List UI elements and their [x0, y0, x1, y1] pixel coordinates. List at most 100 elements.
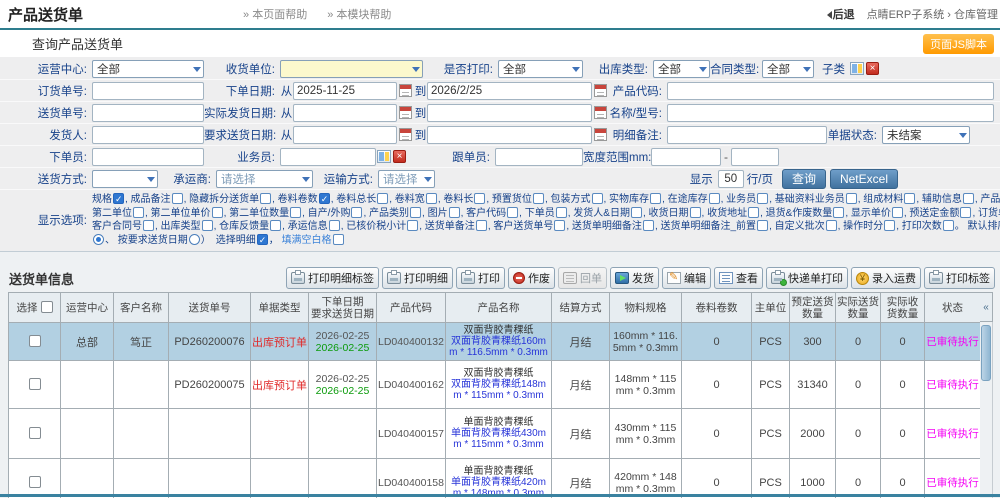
option-checkbox[interactable] [826, 220, 837, 231]
option-checkbox[interactable] [172, 193, 183, 204]
actual-ship-date-to-input[interactable] [427, 104, 592, 122]
option-checkbox[interactable] [690, 207, 701, 218]
option-checkbox[interactable] [449, 207, 460, 218]
receiving-unit-select[interactable] [280, 60, 423, 78]
option-checkbox[interactable] [333, 234, 344, 245]
option-checkbox[interactable] [892, 207, 903, 218]
option-checkbox[interactable] [757, 220, 768, 231]
print-button[interactable]: 打印 [456, 267, 505, 289]
row-checkbox[interactable] [29, 427, 41, 439]
required-date-to-input[interactable] [427, 126, 592, 144]
required-date-from-input[interactable] [293, 126, 397, 144]
salesman-clear-icon[interactable] [393, 150, 406, 163]
ship-button[interactable]: 发货 [610, 267, 659, 289]
option-checkbox[interactable] [846, 193, 857, 204]
option-checkbox[interactable] [329, 220, 340, 231]
carrier-select[interactable]: 请选择 [216, 170, 313, 188]
option-checkbox[interactable] [650, 193, 661, 204]
actual-ship-date-from-input[interactable] [293, 104, 397, 122]
express-print-button[interactable]: 快递单打印 [766, 267, 848, 289]
calendar-icon[interactable] [594, 84, 607, 97]
option-checkbox[interactable] [748, 207, 759, 218]
option-checkbox[interactable] [904, 193, 915, 204]
option-checkbox[interactable] [554, 220, 565, 231]
search-button[interactable]: 查询 [782, 169, 826, 189]
calendar-icon[interactable] [399, 106, 412, 119]
option-checkbox[interactable] [351, 207, 362, 218]
row-checkbox[interactable] [29, 378, 41, 390]
breadcrumb-module[interactable]: 仓库管理 [954, 9, 998, 21]
option-checkbox[interactable] [212, 207, 223, 218]
option-checkbox[interactable] [943, 220, 954, 231]
option-checkbox[interactable] [377, 193, 388, 204]
module-help-link[interactable]: » 本模块帮助 [327, 6, 391, 22]
option-checkbox[interactable] [507, 207, 518, 218]
salesman-picker-icon[interactable] [377, 150, 391, 163]
option-checkbox[interactable] [533, 193, 544, 204]
select-all-checkbox[interactable] [41, 301, 53, 313]
void-button[interactable]: 作废 [508, 267, 555, 289]
scrollbar-track[interactable] [980, 322, 993, 498]
back-button[interactable]: 后退 [823, 6, 855, 22]
product-code-input[interactable] [667, 82, 994, 100]
option-checkbox[interactable] [884, 220, 895, 231]
calendar-icon[interactable] [594, 106, 607, 119]
option-checkbox[interactable] [474, 193, 485, 204]
salesman-input[interactable] [280, 148, 376, 166]
option-checkbox[interactable] [426, 193, 437, 204]
delivery-no-input[interactable] [92, 104, 204, 122]
option-checkbox[interactable] [143, 220, 154, 231]
width-range-to-input[interactable] [731, 148, 779, 166]
view-button[interactable]: 查看 [714, 267, 763, 289]
calendar-icon[interactable] [399, 128, 412, 141]
option-checkbox[interactable] [709, 193, 720, 204]
breadcrumb-system[interactable]: 点睛ERP子系统 [867, 9, 945, 21]
option-checkbox[interactable] [407, 220, 418, 231]
page-size-input[interactable]: 50 [718, 170, 744, 188]
print-label-button[interactable]: 打印标签 [924, 267, 995, 289]
order-clerk-input[interactable] [92, 148, 204, 166]
option-checkbox[interactable] [202, 220, 213, 231]
order-no-input[interactable] [92, 82, 204, 100]
option-radio[interactable] [93, 234, 104, 245]
option-checkbox[interactable] [260, 193, 271, 204]
option-checkbox[interactable] [270, 220, 281, 231]
print-detail-button[interactable]: 打印明细 [382, 267, 453, 289]
option-checkbox[interactable] [257, 234, 268, 245]
calendar-icon[interactable] [594, 128, 607, 141]
outbound-type-select[interactable]: 全部 [653, 60, 710, 78]
row-checkbox[interactable] [29, 335, 41, 347]
merchandiser-input[interactable] [495, 148, 583, 166]
option-checkbox[interactable] [476, 220, 487, 231]
page-js-script-button[interactable]: 页面JS脚本 [923, 34, 994, 54]
option-checkbox[interactable] [556, 207, 567, 218]
name-model-input[interactable] [667, 104, 994, 122]
option-checkbox[interactable] [757, 193, 768, 204]
transport-method-select[interactable]: 请选择 [378, 170, 435, 188]
product-name-link[interactable]: 双面背胶青稞纸148mm * 115mm * 0.3mm [448, 379, 549, 401]
calendar-icon[interactable] [399, 84, 412, 97]
option-checkbox[interactable] [643, 220, 654, 231]
netexcel-button[interactable]: NetExcel [830, 169, 898, 189]
collapse-columns-button[interactable]: « [980, 292, 993, 322]
option-checkbox[interactable] [960, 207, 971, 218]
freight-entry-button[interactable]: 录入运费 [851, 267, 921, 289]
option-radio[interactable] [189, 234, 200, 245]
width-range-from-input[interactable] [651, 148, 721, 166]
is-printed-select[interactable]: 全部 [498, 60, 583, 78]
option-checkbox[interactable] [963, 193, 974, 204]
product-name-link[interactable]: 双面背胶青稞纸160mm * 116.5mm * 0.3mm [448, 336, 549, 358]
shipper-input[interactable] [92, 126, 204, 144]
doc-status-select[interactable]: 未结案 [882, 126, 970, 144]
delivery-method-select[interactable] [92, 170, 158, 188]
option-checkbox[interactable] [631, 207, 642, 218]
option-checkbox[interactable] [833, 207, 844, 218]
contract-type-select[interactable]: 全部 [762, 60, 814, 78]
option-checkbox[interactable] [319, 193, 330, 204]
scrollbar-thumb[interactable] [981, 325, 991, 381]
edit-button[interactable]: 编辑 [662, 267, 711, 289]
page-help-link[interactable]: » 本页面帮助 [243, 6, 307, 22]
row-checkbox[interactable] [29, 476, 41, 488]
subclass-picker-icon[interactable] [850, 62, 864, 75]
option-checkbox[interactable] [410, 207, 421, 218]
